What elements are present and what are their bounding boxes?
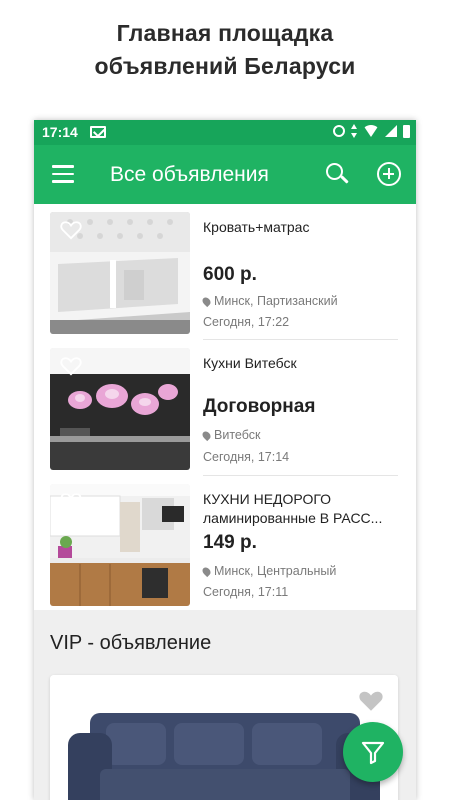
- vip-heading: VIP - объявление: [50, 632, 212, 654]
- promo-header: Главная площадка объявлений Беларуси: [0, 0, 450, 120]
- listing-location-text: Минск, Центральный: [214, 564, 337, 578]
- status-bar: 17:14: [34, 120, 416, 145]
- listing-location: Минск, Центральный: [200, 564, 337, 578]
- listing-price: 600 р.: [203, 264, 257, 285]
- favorite-heart-icon[interactable]: [60, 492, 82, 512]
- listing-date: Сегодня, 17:22: [203, 315, 290, 329]
- listing-item[interactable]: Кровать+матрас 600 р. Минск, Партизански…: [34, 204, 416, 340]
- listing-location: Витебск: [200, 428, 261, 442]
- app-bar: Все объявления: [34, 145, 416, 204]
- favorite-heart-icon[interactable]: [60, 220, 82, 240]
- wifi-icon: [363, 125, 379, 137]
- search-icon[interactable]: [324, 161, 350, 187]
- mail-notification-icon: [90, 126, 106, 138]
- status-time: 17:14: [42, 124, 78, 140]
- bed-photo: [50, 212, 190, 334]
- signal-icon: [385, 125, 397, 137]
- listing-date: Сегодня, 17:14: [203, 450, 290, 464]
- data-transfer-icon: [351, 124, 357, 138]
- status-icons: [333, 124, 410, 138]
- favorite-heart-icon[interactable]: [60, 356, 82, 376]
- listing-title: КУХНИ НЕДОРОГО ламинированные В РАСС...: [203, 491, 383, 526]
- filter-button[interactable]: [343, 722, 403, 782]
- listing-item[interactable]: Кухни Витебск Договорная Витебск Сегодня…: [34, 340, 416, 476]
- alarm-icon: [333, 125, 345, 137]
- kitchen-orchid-photo: [50, 348, 190, 470]
- phone-screen: 17:14 Все объявления Кровать+матрас 600 …: [34, 120, 416, 800]
- add-circle-icon[interactable]: [377, 162, 401, 186]
- favorite-heart-icon[interactable]: [358, 689, 384, 713]
- filter-icon: [361, 741, 385, 765]
- listing-title: Кухни Витебск: [203, 355, 297, 371]
- listing-item[interactable]: КУХНИ НЕДОРОГО ламинированные В РАСС... …: [34, 476, 416, 612]
- listing-price: 149 р.: [203, 532, 257, 553]
- battery-icon: [403, 124, 410, 138]
- listing-date: Сегодня, 17:11: [203, 585, 289, 599]
- listings-list: Кровать+матрас 600 р. Минск, Партизански…: [34, 204, 416, 610]
- listing-title: Кровать+матрас: [203, 219, 310, 235]
- kitchen-wood-photo: [50, 484, 190, 606]
- promo-line-2: объявлений Беларуси: [94, 53, 356, 79]
- menu-icon[interactable]: [52, 165, 74, 183]
- listing-location-text: Минск, Партизанский: [214, 294, 338, 308]
- location-pin-icon: [200, 295, 213, 308]
- app-bar-title: Все объявления: [110, 163, 269, 186]
- location-pin-icon: [200, 429, 213, 442]
- listing-location: Минск, Партизанский: [200, 294, 338, 308]
- promo-line-1: Главная площадка: [116, 20, 334, 46]
- location-pin-icon: [200, 565, 213, 578]
- listing-location-text: Витебск: [214, 428, 261, 442]
- listing-price: Договорная: [203, 396, 316, 417]
